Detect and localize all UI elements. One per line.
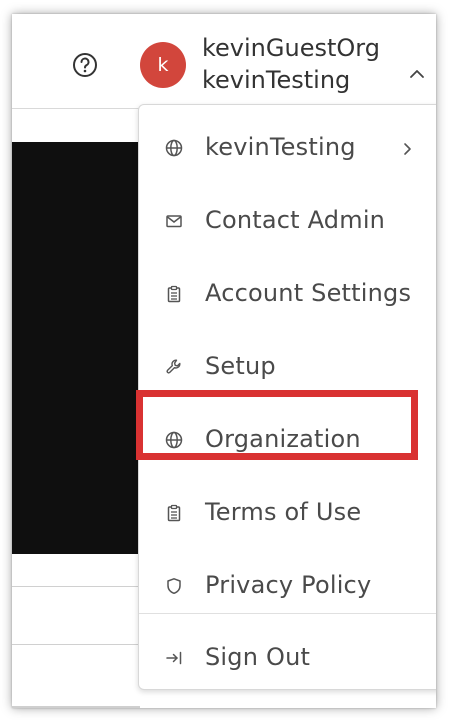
menu-item-terms-of-use[interactable]: Terms of Use	[139, 482, 436, 544]
wrench-icon	[165, 358, 183, 376]
menu-item-sign-out[interactable]: Sign Out	[139, 627, 436, 689]
chevron-right-icon	[403, 141, 413, 157]
globe-icon	[165, 139, 183, 157]
menu-item-account-settings[interactable]: Account Settings	[139, 263, 436, 325]
sign-out-icon	[165, 649, 183, 667]
help-circle-icon[interactable]	[72, 52, 98, 78]
menu-item-label: Account Settings	[205, 279, 412, 307]
mail-icon	[165, 212, 183, 230]
highlight-box	[136, 390, 418, 460]
menu-item-label: Terms of Use	[205, 498, 362, 526]
menu-item-kevintesting[interactable]: kevinTesting	[139, 117, 436, 179]
menu-item-label: kevinTesting	[205, 133, 356, 161]
menu-item-setup[interactable]: Setup	[139, 336, 436, 398]
user-name[interactable]: kevinTesting	[202, 66, 350, 94]
divider	[12, 706, 140, 708]
menu-item-label: Setup	[205, 352, 276, 380]
chevron-up-icon[interactable]	[408, 68, 426, 80]
menu-separator	[139, 613, 436, 614]
org-name[interactable]: kevinGuestOrg	[202, 34, 380, 62]
clipboard-icon	[165, 504, 183, 522]
menu-item-contact-admin[interactable]: Contact Admin	[139, 190, 436, 252]
clipboard-icon	[165, 285, 183, 303]
divider	[12, 644, 140, 645]
video-panel	[12, 142, 140, 554]
menu-item-label: Contact Admin	[205, 206, 386, 234]
top-bar: k kevinGuestOrg kevinTesting	[12, 14, 436, 109]
menu-item-label: Privacy Policy	[205, 571, 372, 599]
divider	[12, 586, 140, 587]
app-window: k kevinGuestOrg kevinTesting kevinTestin…	[12, 14, 436, 708]
menu-item-privacy-policy[interactable]: Privacy Policy	[139, 555, 436, 617]
menu-item-label: Sign Out	[205, 643, 311, 671]
shield-icon	[165, 577, 183, 595]
avatar[interactable]: k	[140, 42, 186, 88]
